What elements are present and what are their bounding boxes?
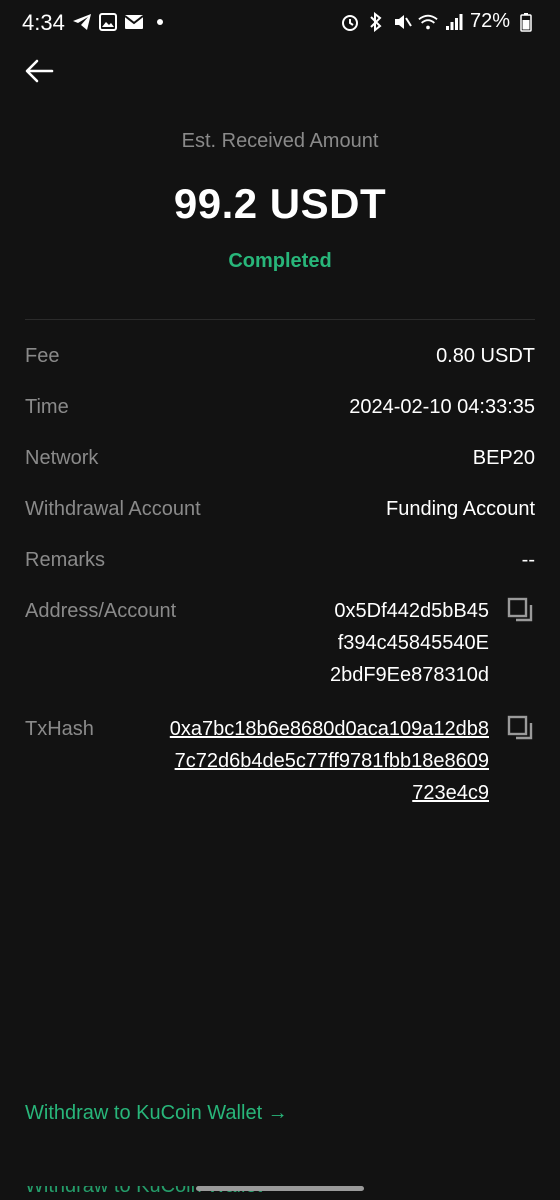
fee-label: Fee (25, 345, 60, 367)
time-label: Time (25, 396, 69, 418)
mute-icon (392, 12, 412, 32)
status-bar: 4:34 72% (0, 0, 560, 50)
copy-txhash-icon[interactable] (507, 715, 535, 743)
withdrawal-account-value: Funding Account (386, 498, 535, 520)
signal-icon (444, 12, 464, 32)
image-icon (98, 12, 118, 32)
address-value: 0x5Df442d5bB45f394c45845540E2bdF9Ee87831… (329, 600, 489, 686)
withdrawal-summary: Est. Received Amount 99.2 USDT Completed (0, 130, 560, 273)
withdrawal-account-row: Withdrawal Account Funding Account (25, 493, 535, 544)
battery-percent: 72% (469, 10, 510, 32)
received-amount: 99.2 USDT (173, 180, 387, 227)
fee-value: 0.80 USDT (436, 345, 535, 367)
wifi-icon (418, 12, 438, 32)
status-system-icons: 72% (340, 10, 536, 33)
txhash-row: TxHash 0xa7bc18b6e8680d0aca109a12db87c72… (25, 713, 535, 809)
battery-icon (516, 12, 536, 32)
withdraw-to-kucoin-wallet-link[interactable]: Withdraw to KuCoin Wallet → (25, 1102, 288, 1125)
est-received-label: Est. Received Amount (181, 130, 379, 152)
status-badge: Completed (228, 250, 332, 272)
telegram-icon (72, 12, 92, 32)
txhash-value-group: 0xa7bc18b6e8680d0aca109a12db87c72d6b4de5… (169, 713, 535, 809)
divider (25, 319, 535, 320)
dot-icon (150, 12, 170, 32)
address-row: Address/Account 0x5Df442d5bB45f394c45845… (25, 595, 535, 691)
remarks-label: Remarks (25, 549, 106, 571)
time-value: 2024-02-10 04:33:35 (349, 396, 535, 418)
network-value: BEP20 (472, 447, 535, 469)
network-row: Network BEP20 (25, 442, 535, 493)
home-indicator[interactable] (196, 1186, 364, 1191)
mail-icon (124, 12, 144, 32)
copy-address-icon[interactable] (507, 597, 535, 625)
txhash-label: TxHash (25, 718, 94, 740)
withdrawal-account-label: Withdrawal Account (25, 498, 201, 520)
back-button[interactable] (24, 58, 58, 88)
txhash-link[interactable]: 0xa7bc18b6e8680d0aca109a12db87c72d6b4de5… (169, 713, 489, 809)
fee-row: Fee 0.80 USDT (25, 340, 535, 391)
address-value-group: 0x5Df442d5bB45f394c45845540E2bdF9Ee87831… (329, 595, 535, 691)
address-label: Address/Account (25, 600, 177, 622)
arrow-left-icon (25, 59, 54, 83)
bluetooth-icon (366, 11, 386, 32)
time-row: Time 2024-02-10 04:33:35 (25, 391, 535, 442)
remarks-value: -- (521, 549, 535, 571)
network-label: Network (25, 447, 99, 469)
remarks-row: Remarks -- (25, 544, 535, 595)
status-notification-icons (72, 12, 170, 32)
status-time: 4:34 (22, 10, 65, 35)
alarm-icon (340, 12, 360, 32)
detail-list: Fee 0.80 USDT Time 2024-02-10 04:33:35 N… (25, 340, 535, 831)
